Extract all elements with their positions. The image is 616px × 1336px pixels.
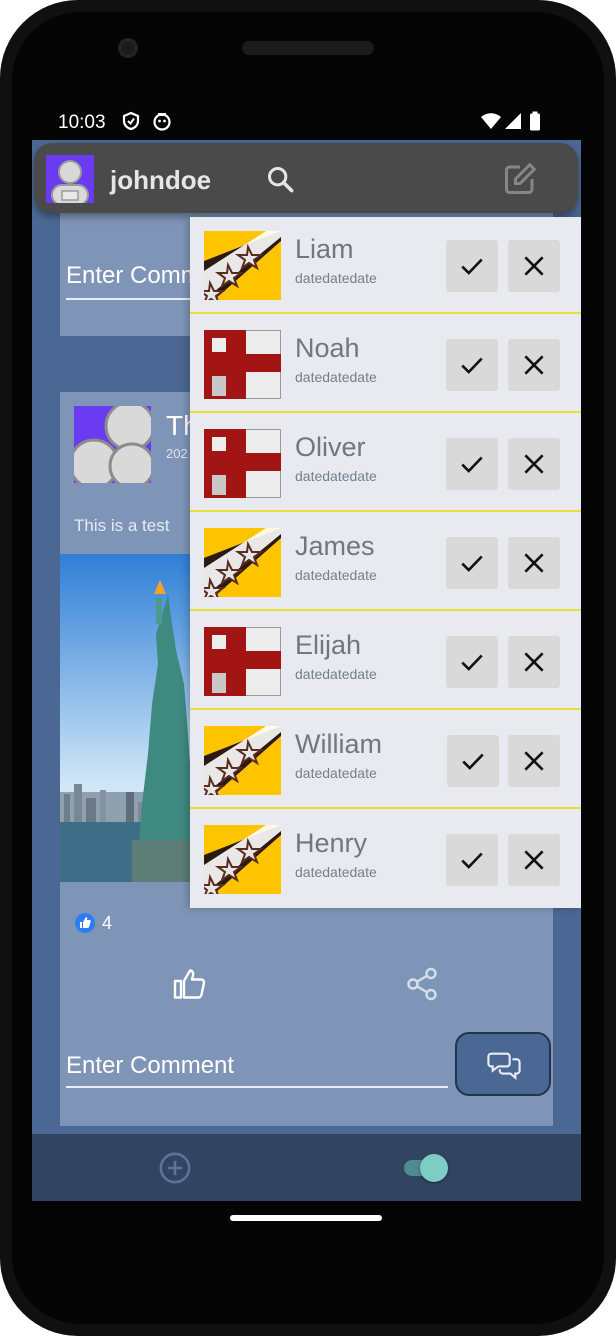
comment-input[interactable]: Enter Comment — [66, 1052, 448, 1088]
theme-toggle[interactable] — [404, 1154, 448, 1182]
front-camera — [118, 38, 138, 58]
request-avatar — [204, 231, 281, 300]
decline-button[interactable] — [508, 240, 560, 292]
request-avatar — [204, 825, 281, 894]
request-avatar — [204, 726, 281, 795]
send-comment-button[interactable] — [455, 1032, 551, 1096]
accept-button[interactable] — [447, 735, 499, 787]
red-cross-flag-icon — [204, 429, 281, 498]
like-badge-icon — [75, 913, 95, 933]
check-icon — [461, 357, 483, 374]
check-icon — [461, 456, 483, 473]
friend-requests-dropdown: Liam datedatedate Noah datedatedate Oliv… — [190, 217, 581, 908]
decline-button[interactable] — [508, 735, 560, 787]
signal-icon — [505, 113, 521, 129]
close-icon — [524, 256, 544, 276]
accept-button[interactable] — [446, 438, 498, 490]
battery-icon — [530, 111, 540, 131]
request-date: datedatedate — [295, 864, 377, 880]
edit-icon[interactable] — [502, 161, 538, 197]
check-icon — [461, 555, 483, 572]
check-icon — [461, 852, 483, 869]
shield-icon — [122, 111, 140, 131]
status-time: 10:03 — [58, 112, 106, 133]
gesture-home-bar[interactable] — [230, 1215, 382, 1221]
decline-button[interactable] — [508, 339, 560, 391]
accept-button[interactable] — [446, 834, 498, 886]
friend-request-row[interactable]: Oliver datedatedate — [190, 415, 581, 512]
request-date: datedatedate — [295, 468, 377, 484]
request-name: James — [295, 531, 375, 561]
request-avatar — [204, 429, 281, 498]
close-icon — [524, 652, 544, 672]
request-date: datedatedate — [295, 567, 377, 583]
search-icon[interactable] — [266, 165, 294, 193]
check-icon — [462, 753, 484, 770]
request-avatar — [204, 627, 281, 696]
red-cross-flag-icon — [204, 627, 281, 696]
decline-button[interactable] — [508, 636, 560, 688]
close-icon — [524, 850, 544, 870]
wifi-icon — [481, 113, 501, 129]
friend-request-row[interactable]: James datedatedate — [190, 514, 581, 611]
accept-button[interactable] — [446, 636, 498, 688]
request-date: datedatedate — [295, 666, 377, 682]
decline-button[interactable] — [508, 537, 560, 589]
request-name: William — [295, 729, 382, 759]
app-bar: johndoe — [34, 143, 578, 213]
request-name: Noah — [295, 333, 360, 363]
like-icon[interactable] — [172, 966, 208, 1002]
status-bar: 10:03 — [32, 100, 581, 140]
post-author-avatar[interactable] — [74, 406, 151, 483]
add-circle-icon[interactable] — [158, 1151, 192, 1185]
toggle-knob — [420, 1154, 448, 1182]
yellow-flag-icon — [204, 825, 281, 894]
close-icon — [524, 355, 544, 375]
share-icon[interactable] — [404, 966, 440, 1002]
yellow-flag-icon — [204, 726, 281, 795]
request-name: Elijah — [295, 630, 362, 660]
earpiece-speaker — [242, 41, 374, 55]
post-date: 202 — [166, 446, 188, 461]
close-icon — [524, 454, 544, 474]
accept-button[interactable] — [446, 240, 498, 292]
friend-request-row[interactable]: Elijah datedatedate — [190, 613, 581, 710]
request-name: Liam — [295, 234, 354, 264]
request-name: Oliver — [295, 432, 366, 462]
check-icon — [461, 654, 483, 671]
person-icon — [51, 160, 89, 203]
close-icon — [524, 751, 544, 771]
red-cross-flag-icon — [204, 330, 281, 399]
check-icon — [461, 258, 483, 275]
robot-face-icon — [153, 113, 171, 131]
username: johndoe — [110, 165, 212, 195]
friend-request-row[interactable]: Noah datedatedate — [190, 316, 581, 413]
friend-request-row[interactable]: Liam datedatedate — [190, 217, 581, 314]
decline-button[interactable] — [508, 834, 560, 886]
request-avatar — [204, 528, 281, 597]
group-avatar-icon — [74, 406, 151, 483]
comment-placeholder-previous: Enter Comm — [66, 262, 201, 289]
comment-placeholder: Enter Comment — [66, 1052, 235, 1079]
accept-button[interactable] — [446, 537, 498, 589]
friend-request-row[interactable]: Henry datedatedate — [190, 811, 581, 908]
yellow-flag-icon — [204, 231, 281, 300]
decline-button[interactable] — [508, 438, 560, 490]
friend-request-row[interactable]: William datedatedate — [190, 712, 581, 809]
close-icon — [524, 553, 544, 573]
request-date: datedatedate — [295, 765, 377, 781]
chat-bubbles-icon — [487, 1052, 521, 1081]
yellow-flag-icon — [204, 528, 281, 597]
like-count: 4 — [102, 913, 113, 933]
request-avatar — [204, 330, 281, 399]
post-body: This is a test — [74, 516, 170, 535]
request-date: datedatedate — [295, 270, 377, 286]
bottom-navigation — [32, 1134, 581, 1201]
user-avatar[interactable] — [46, 155, 94, 203]
accept-button[interactable] — [446, 339, 498, 391]
request-name: Henry — [295, 828, 368, 858]
request-date: datedatedate — [295, 369, 377, 385]
